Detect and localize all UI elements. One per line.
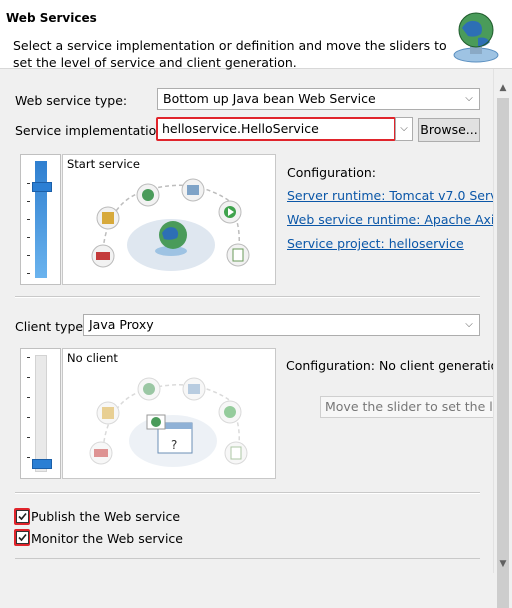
content-area: Web service type: Bottom up Java bean We… bbox=[0, 69, 510, 573]
slider-tick bbox=[27, 219, 30, 220]
monitor-checkbox[interactable] bbox=[16, 531, 29, 544]
browse-button[interactable]: Browse... bbox=[418, 118, 480, 142]
slider-track bbox=[35, 355, 47, 472]
client-configuration-text: Configuration: No client generation bbox=[286, 358, 507, 373]
svg-text:?: ? bbox=[171, 438, 177, 452]
client-proxy-icon: ? bbox=[146, 414, 193, 454]
slider-track bbox=[35, 161, 47, 278]
separator-highlight bbox=[15, 297, 480, 298]
server-runtime-link[interactable]: Server runtime: Tomcat v7.0 Server bbox=[287, 188, 510, 203]
checkmark-icon bbox=[18, 512, 27, 521]
deploy-icon bbox=[136, 183, 160, 207]
client-type-value: Java Proxy bbox=[89, 317, 154, 332]
service-level-slider[interactable] bbox=[20, 154, 61, 285]
slider-tick bbox=[27, 201, 30, 202]
publish-label[interactable]: Publish the Web service bbox=[31, 509, 180, 524]
slider-tick bbox=[27, 237, 30, 238]
chevron-down-icon: ⌵ bbox=[465, 93, 473, 104]
slider-tick bbox=[27, 273, 30, 274]
slider-thumb[interactable] bbox=[32, 182, 52, 192]
service-implementation-label: Service implementation: bbox=[15, 123, 169, 138]
slider-thumb[interactable] bbox=[32, 459, 52, 469]
separator bbox=[15, 558, 480, 559]
service-diagram-panel: Start service bbox=[62, 154, 276, 285]
scroll-down-arrow-icon[interactable]: ▼ bbox=[498, 559, 508, 569]
assemble-icon bbox=[91, 244, 115, 268]
slider-tick bbox=[27, 417, 30, 418]
client-type-label: Client type: bbox=[15, 319, 88, 334]
web-service-type-combo[interactable]: Bottom up Java bean Web Service ⌵ bbox=[157, 88, 480, 110]
client-level-slider[interactable] bbox=[20, 348, 61, 479]
slider-tick bbox=[27, 397, 30, 398]
slider-tick bbox=[27, 357, 30, 358]
service-implementation-input[interactable]: helloservice.HelloService bbox=[156, 117, 396, 141]
install-icon bbox=[181, 178, 205, 202]
web-service-runtime-link[interactable]: Web service runtime: Apache Axis bbox=[287, 212, 501, 227]
slider-tick bbox=[27, 183, 30, 184]
chevron-down-icon: ⌵ bbox=[465, 319, 473, 330]
test-icon bbox=[226, 243, 250, 267]
separator-highlight bbox=[15, 493, 480, 494]
globe-gear-icon bbox=[453, 12, 499, 63]
slider-tick bbox=[27, 255, 30, 256]
slider-tooltip: Move the slider to set the level of clie… bbox=[320, 396, 512, 418]
scroll-up-arrow-icon[interactable]: ▲ bbox=[498, 83, 508, 93]
page-title: Web Services bbox=[6, 11, 97, 25]
chevron-down-icon: ⌵ bbox=[400, 123, 408, 134]
page-description: Select a service implementation or defin… bbox=[13, 38, 447, 70]
client-type-combo[interactable]: Java Proxy ⌵ bbox=[83, 314, 480, 336]
scrollbar-thumb[interactable] bbox=[497, 98, 509, 608]
service-configuration-title: Configuration: bbox=[287, 165, 376, 180]
client-diagram-panel: No client ? bbox=[62, 348, 276, 479]
checkmark-icon bbox=[18, 533, 27, 542]
monitor-label[interactable]: Monitor the Web service bbox=[31, 531, 183, 546]
web-service-type-label: Web service type: bbox=[15, 93, 128, 108]
web-service-lifecycle-diagram bbox=[91, 178, 250, 271]
wizard-header: Web Services Select a service implementa… bbox=[0, 0, 512, 70]
publish-checkbox[interactable] bbox=[16, 510, 29, 523]
service-implementation-dropdown[interactable]: ⌵ bbox=[395, 117, 413, 141]
slider-tick bbox=[27, 437, 30, 438]
build-icon bbox=[96, 206, 120, 230]
vertical-scrollbar[interactable]: ▲ ▼ bbox=[493, 69, 512, 608]
slider-tick bbox=[27, 457, 30, 458]
service-project-link[interactable]: Service project: helloservice bbox=[287, 236, 464, 251]
start-icon bbox=[218, 200, 242, 224]
slider-tick bbox=[27, 377, 30, 378]
web-service-type-value: Bottom up Java bean Web Service bbox=[163, 91, 376, 106]
